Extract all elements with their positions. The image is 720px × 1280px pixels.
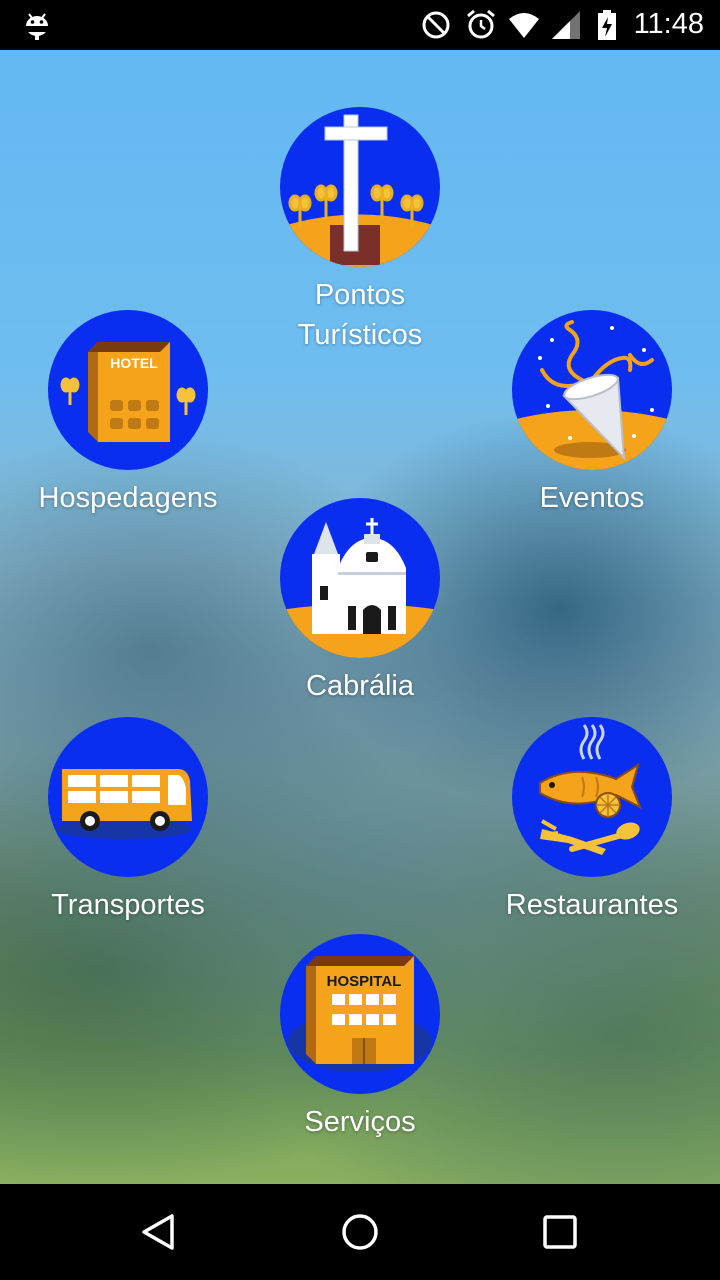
alarm-icon — [467, 9, 495, 39]
wifi-icon — [509, 13, 539, 38]
menu-item-restaurantes[interactable]: Restaurantes — [472, 717, 712, 925]
cabralia-label: Cabrália — [306, 670, 414, 702]
battery-charging-icon — [598, 10, 616, 40]
android-debug-icon — [26, 13, 48, 40]
cabralia-circle[interactable] — [280, 498, 440, 658]
menu-item-eventos[interactable]: Eventos — [472, 310, 712, 518]
bus-icon — [56, 769, 192, 839]
main-menu: Pontos Turísticos HOTEL Hospedagens Even… — [0, 50, 720, 1184]
menu-item-transportes[interactable]: Transportes — [8, 717, 248, 925]
navigation-bar — [0, 1184, 720, 1280]
signal-icon — [552, 11, 580, 39]
party-horn-icon — [512, 320, 672, 470]
pontos-label-line2: Turísticos — [297, 319, 423, 351]
servicos-circle[interactable]: HOSPITAL — [280, 934, 440, 1094]
transportes-circle[interactable] — [48, 717, 208, 877]
back-icon[interactable] — [136, 1208, 184, 1256]
do-not-disturb-icon — [422, 11, 450, 39]
pontos-label: Pontos Turísticos — [240, 275, 480, 355]
cross-icon — [280, 114, 440, 267]
status-bar: 11:48 — [0, 0, 720, 50]
menu-item-servicos[interactable]: HOSPITAL Serviços — [240, 934, 480, 1142]
hotel-sign: HOTEL — [110, 355, 158, 371]
hospital-sign: HOSPITAL — [327, 973, 402, 990]
servicos-label: Serviços — [304, 1106, 416, 1138]
menu-item-cabralia[interactable]: Cabrália — [240, 498, 480, 706]
hospedagens-label: Hospedagens — [38, 482, 218, 514]
church-icon — [280, 518, 440, 658]
restaurantes-label: Restaurantes — [505, 889, 679, 921]
menu-item-pontos-turisticos[interactable]: Pontos Turísticos — [240, 107, 480, 355]
home-icon[interactable] — [336, 1208, 384, 1256]
eventos-circle[interactable] — [512, 310, 672, 470]
pontos-label-line1: Pontos — [314, 279, 406, 311]
fish-dish-icon — [539, 724, 642, 855]
hospital-icon: HOSPITAL — [288, 956, 432, 1072]
hotel-icon: HOTEL — [60, 342, 196, 442]
pontos-circle[interactable] — [280, 107, 440, 267]
restaurantes-circle[interactable] — [512, 717, 672, 877]
hospedagens-circle[interactable]: HOTEL — [48, 310, 208, 470]
recents-icon[interactable] — [536, 1208, 584, 1256]
eventos-label: Eventos — [539, 482, 645, 514]
transportes-label: Transportes — [51, 889, 205, 921]
menu-item-hospedagens[interactable]: HOTEL Hospedagens — [8, 310, 248, 518]
clock: 11:48 — [633, 8, 704, 40]
